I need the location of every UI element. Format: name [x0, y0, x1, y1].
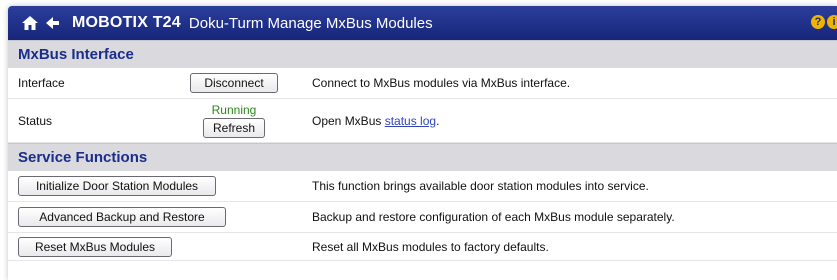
back-arrow-icon[interactable] — [44, 13, 62, 33]
service-row: Reset MxBus Modules Reset all MxBus modu… — [8, 233, 837, 261]
status-control: Running Refresh — [170, 103, 298, 138]
interface-description: Connect to MxBus modules via MxBus inter… — [312, 76, 571, 90]
disconnect-button[interactable]: Disconnect — [190, 73, 278, 93]
status-desc-suffix: . — [436, 113, 440, 128]
window: MOBOTIX T24 Doku-Turm Manage MxBus Modul… — [8, 6, 837, 280]
section-mxbus-interface: MxBus Interface — [8, 40, 837, 68]
title-bar: MOBOTIX T24 Doku-Turm Manage MxBus Modul… — [8, 6, 837, 40]
service-description: Reset all MxBus modules to factory defau… — [312, 239, 549, 254]
status-desc-prefix: Open MxBus — [312, 113, 385, 128]
service-control: Advanced Backup and Restore — [8, 207, 298, 227]
service-row: Initialize Door Station Modules This fun… — [8, 171, 837, 202]
info-icon[interactable]: i — [827, 15, 837, 29]
reset-mxbus-modules-button[interactable]: Reset MxBus Modules — [18, 236, 172, 257]
status-log-link[interactable]: status log — [385, 114, 436, 128]
service-description: Backup and restore configuration of each… — [312, 210, 675, 224]
service-description: This function brings available door stat… — [312, 179, 649, 193]
advanced-backup-restore-button[interactable]: Advanced Backup and Restore — [18, 207, 226, 227]
refresh-button[interactable]: Refresh — [203, 118, 265, 138]
interface-control: Disconnect — [170, 73, 298, 93]
help-icon[interactable]: ? — [811, 15, 825, 29]
initialize-door-station-button[interactable]: Initialize Door Station Modules — [18, 176, 216, 196]
help-icons: ? i — [811, 15, 837, 29]
interface-row: Interface Disconnect Connect to MxBus mo… — [8, 68, 837, 99]
status-row: Status Running Refresh Open MxBus status… — [8, 99, 837, 143]
home-icon[interactable] — [20, 13, 40, 33]
service-control: Initialize Door Station Modules — [8, 176, 298, 196]
status-running: Running — [211, 103, 257, 117]
brand-title: MOBOTIX T24 — [72, 14, 181, 31]
status-description: Open MxBus status log. — [298, 114, 439, 128]
service-row: Advanced Backup and Restore Backup and r… — [8, 202, 837, 233]
status-label: Status — [18, 113, 53, 128]
section-service-functions: Service Functions — [8, 143, 837, 171]
interface-label: Interface — [18, 76, 65, 90]
service-control: Reset MxBus Modules — [8, 236, 298, 257]
page-title: Doku-Turm Manage MxBus Modules — [188, 14, 433, 32]
